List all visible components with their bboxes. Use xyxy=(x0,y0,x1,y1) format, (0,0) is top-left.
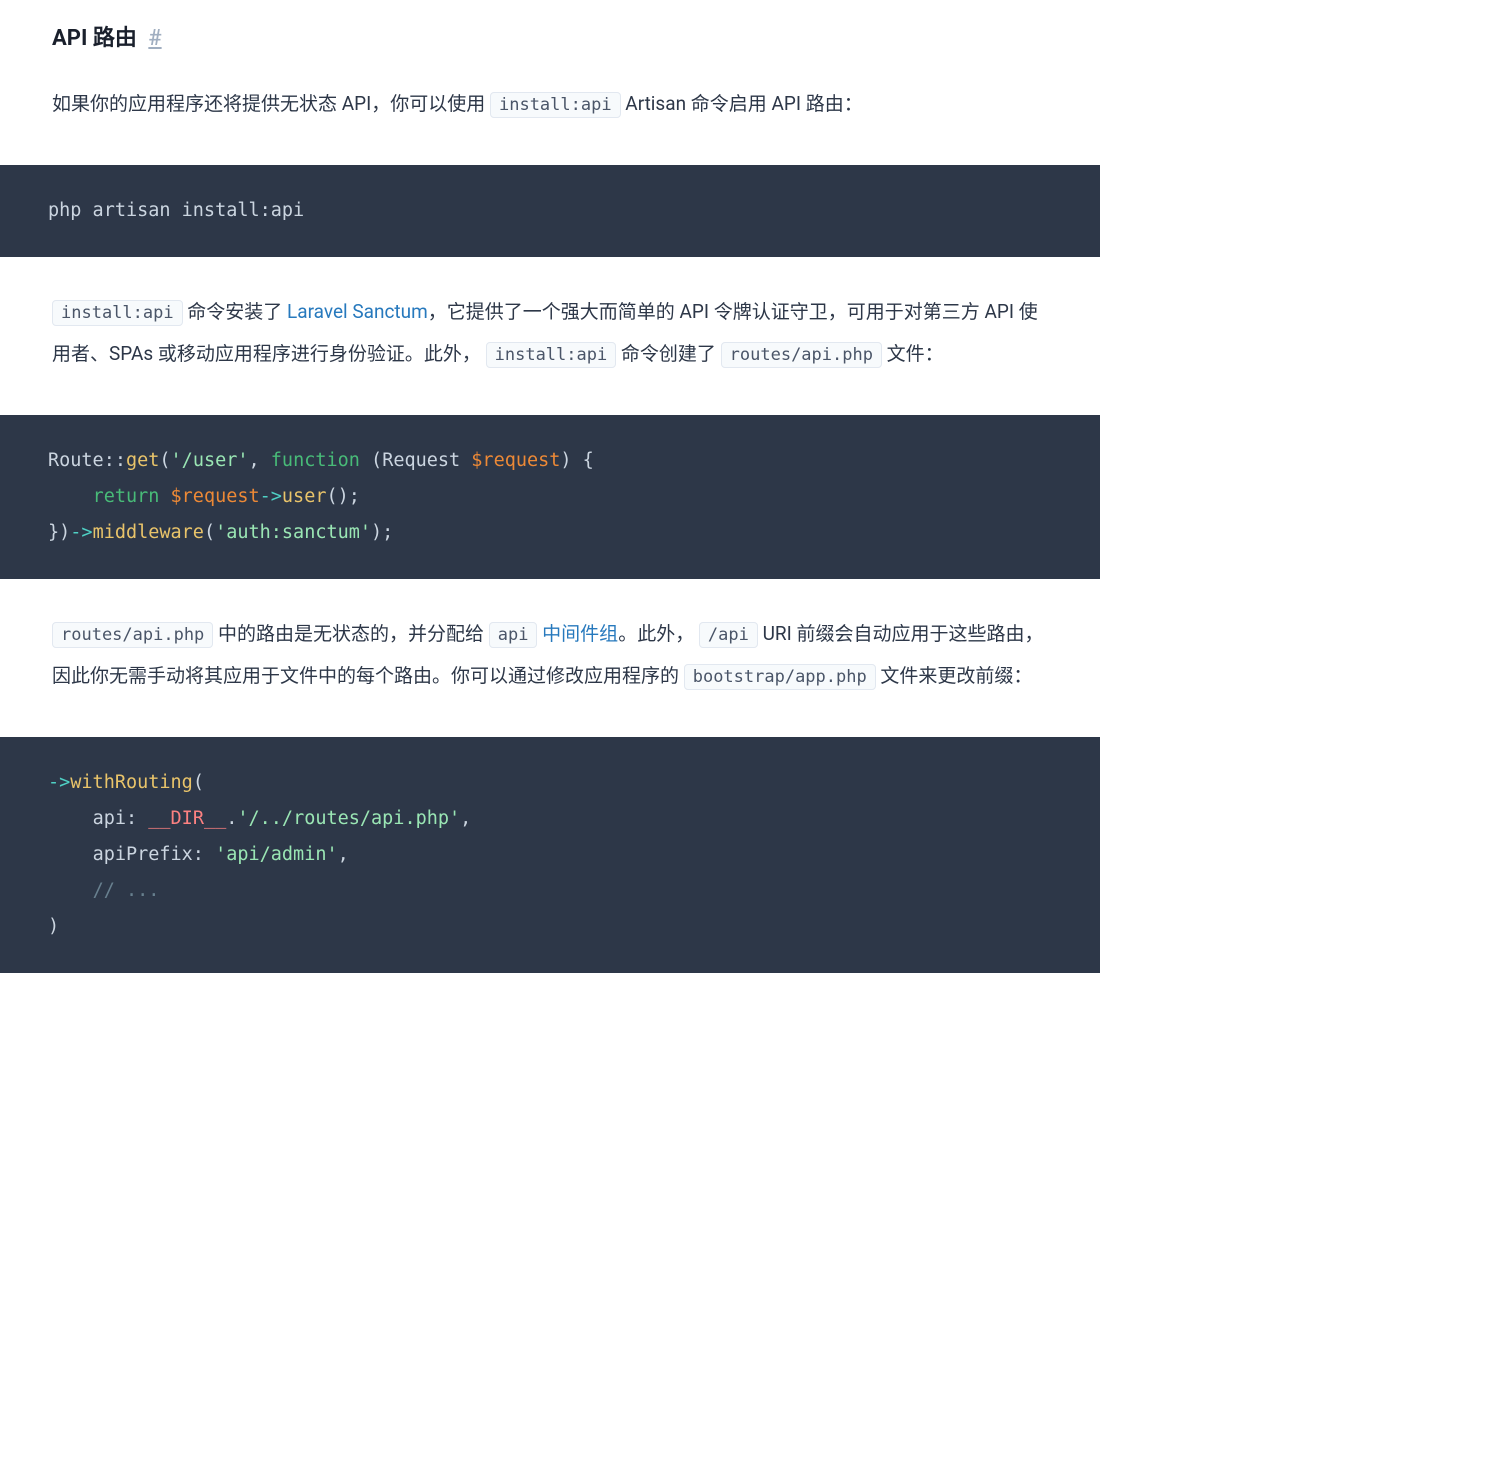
code-install-api-3: install:api xyxy=(486,342,617,368)
code-install-api: install:api xyxy=(490,92,621,118)
codeblock-2: Route::get('/user', function (Request $r… xyxy=(0,415,1100,579)
section-heading: API 路由 # xyxy=(52,20,1048,57)
heading-text: API 路由 xyxy=(52,26,137,51)
paragraph-2: install:api 命令安装了 Laravel Sanctum，它提供了一个… xyxy=(52,291,1048,375)
link-middleware-group[interactable]: 中间件组 xyxy=(542,622,618,645)
link-laravel-sanctum[interactable]: Laravel Sanctum xyxy=(287,300,428,323)
code-routes-api: routes/api.php xyxy=(721,342,882,368)
code-routes-api-2: routes/api.php xyxy=(52,622,213,648)
codeblock-1: php artisan install:api xyxy=(0,165,1100,257)
paragraph-1: 如果你的应用程序还将提供无状态 API，你可以使用 install:api Ar… xyxy=(52,83,1048,125)
paragraph-3: routes/api.php 中的路由是无状态的，并分配给 api 中间件组。此… xyxy=(52,613,1048,697)
codeblock-3: ->withRouting( api: __DIR__.'/../routes/… xyxy=(0,737,1100,973)
code-install-api-2: install:api xyxy=(52,300,183,326)
code-api: api xyxy=(489,622,538,648)
heading-anchor[interactable]: # xyxy=(148,26,161,51)
code-api-prefix: /api xyxy=(699,622,758,648)
code-bootstrap-app: bootstrap/app.php xyxy=(684,664,876,690)
